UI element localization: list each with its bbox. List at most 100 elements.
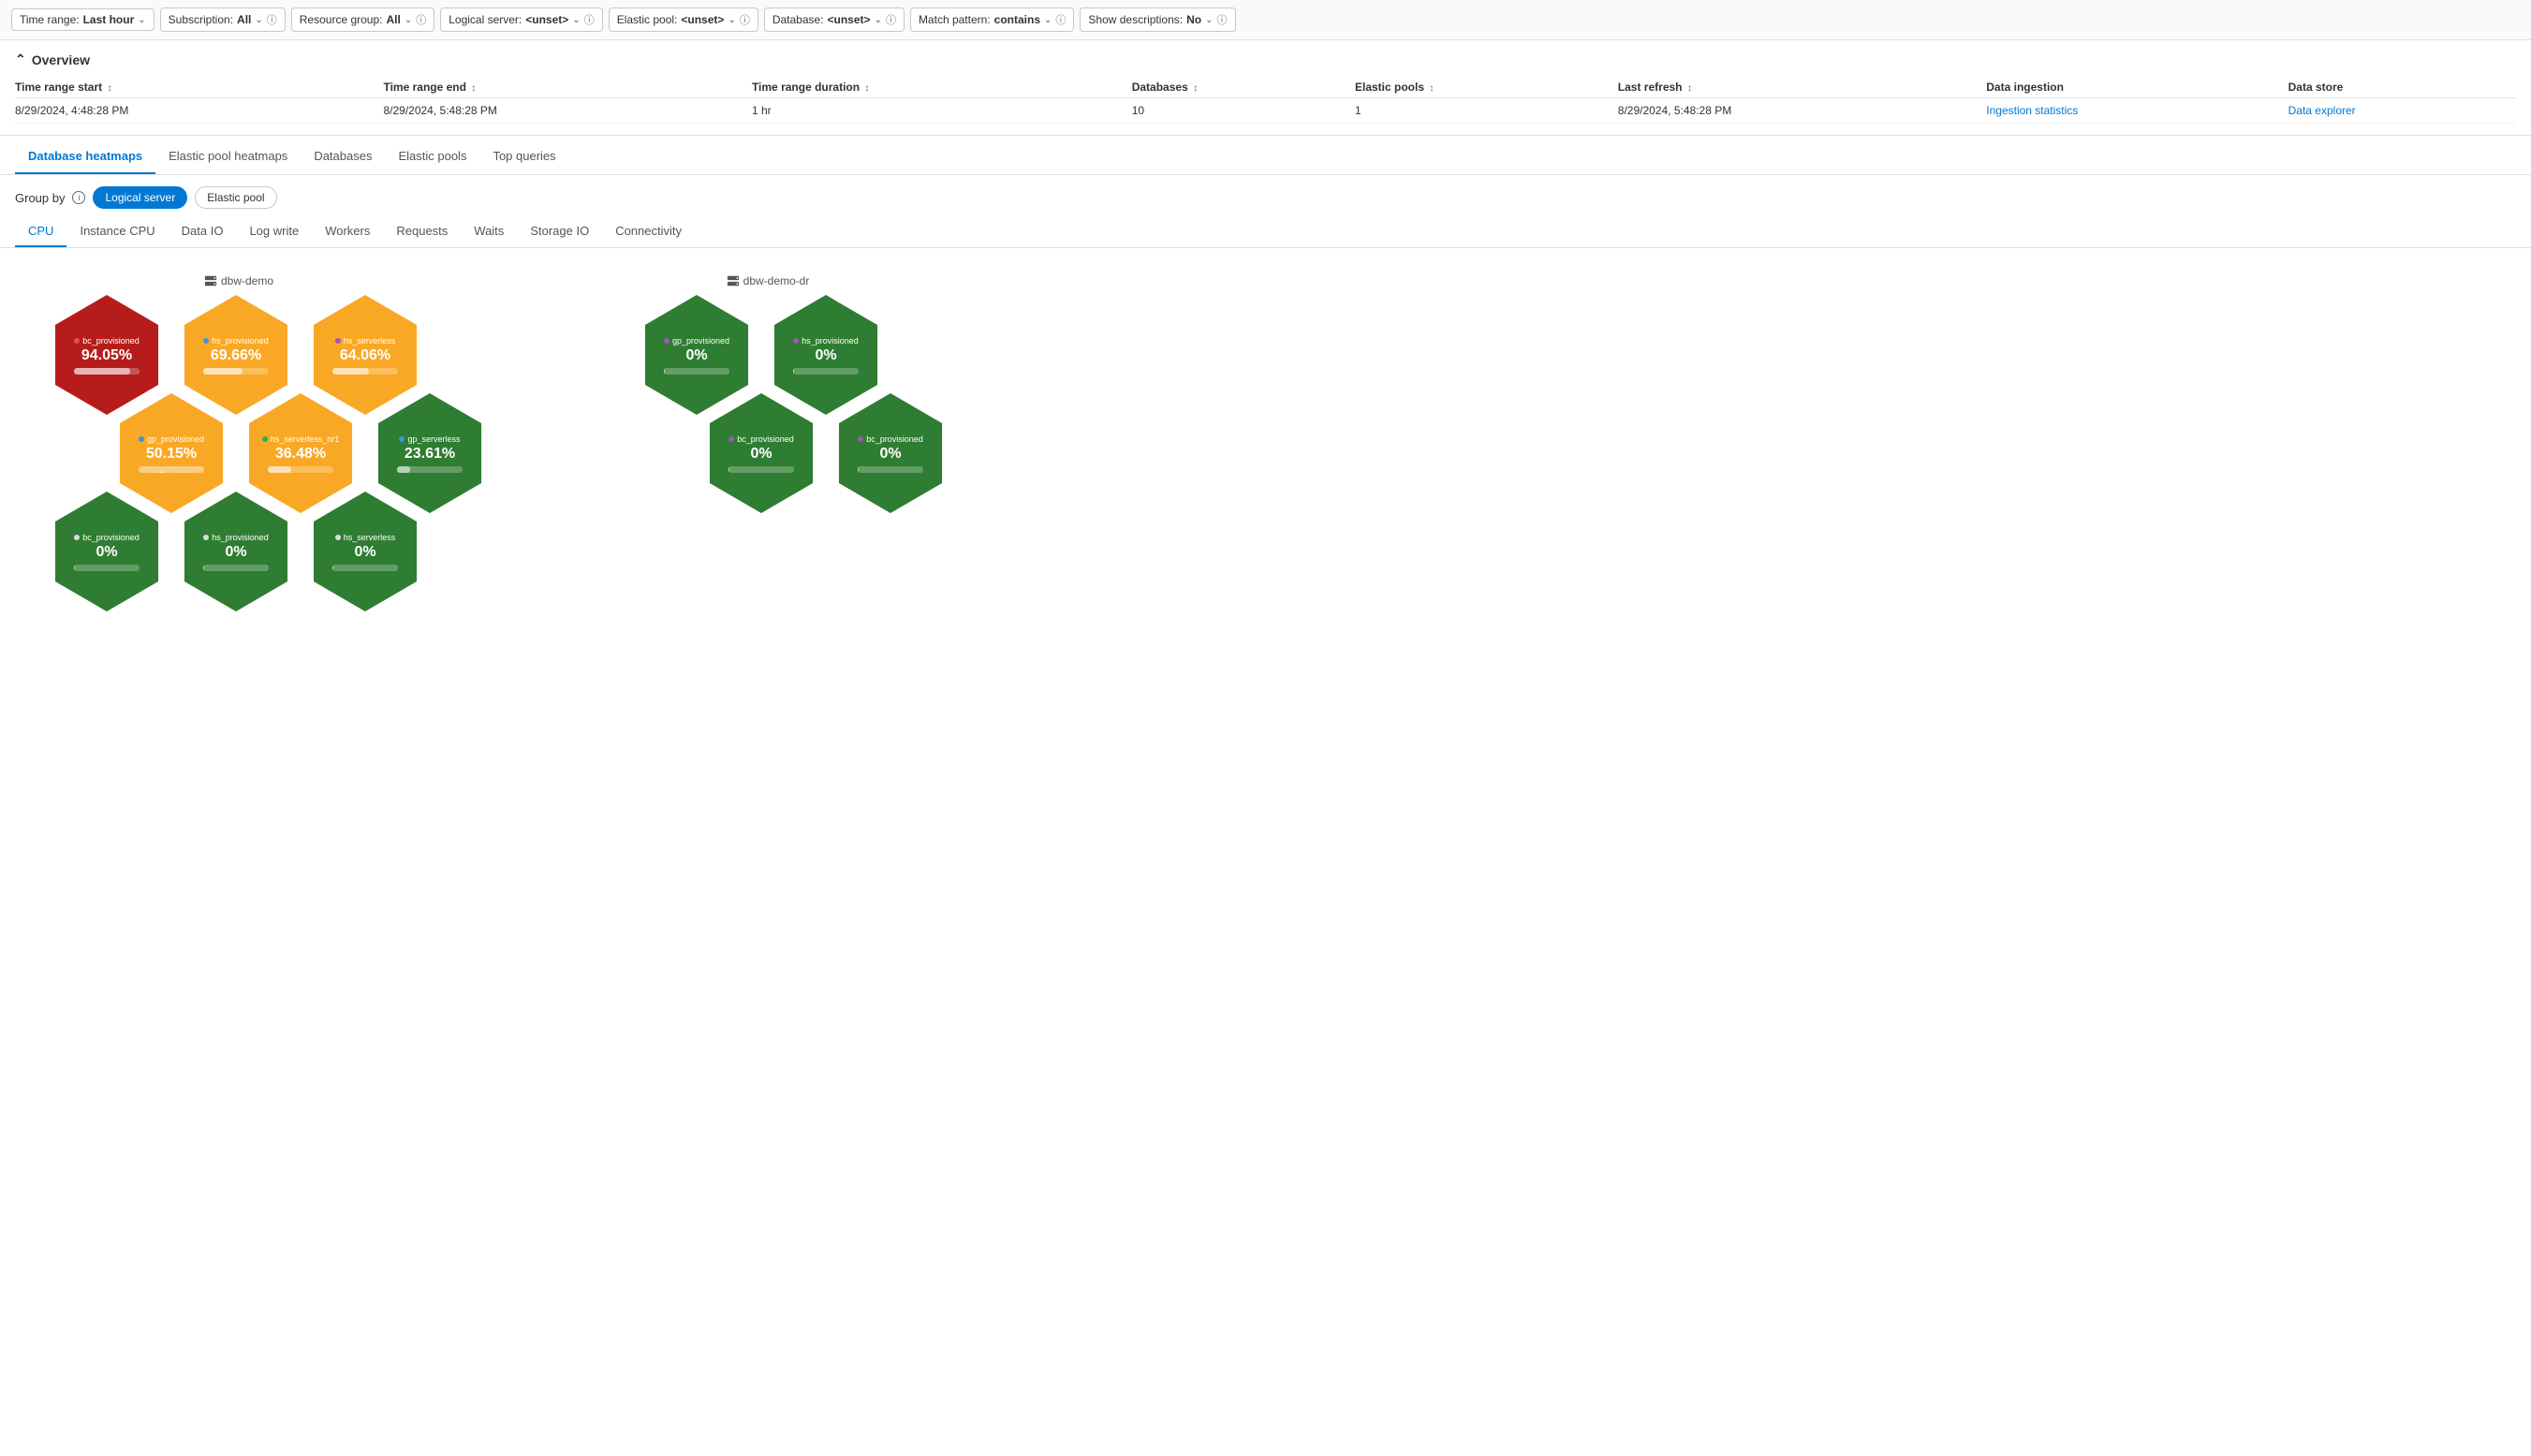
col-header-duration[interactable]: Time range duration ↕ (752, 77, 1132, 98)
tab-databases[interactable]: Databases (301, 140, 385, 174)
show-descriptions-label: Show descriptions: (1088, 13, 1183, 26)
time-range-filter[interactable]: Time range: Last hour ⌄ (11, 8, 155, 31)
match-pattern-filter[interactable]: Match pattern: contains ⌄ ⓘ (910, 7, 1074, 32)
hex-label-text: hs_provisioned (212, 533, 269, 542)
tab-database-heatmaps[interactable]: Database heatmaps (15, 140, 155, 174)
hex-bar (728, 466, 794, 473)
hex-percent: 69.66% (211, 347, 261, 364)
hex-cell[interactable]: hs_serverless 0% (305, 492, 425, 611)
col-header-elastic-pools[interactable]: Elastic pools ↕ (1355, 77, 1618, 98)
chevron-down-icon: ⌄ (138, 15, 145, 25)
hex-dot (335, 535, 341, 540)
sub-tab-requests[interactable]: Requests (383, 216, 461, 247)
sub-tab-instance-cpu[interactable]: Instance CPU (66, 216, 168, 247)
hex-label: bc_provisioned (74, 336, 140, 346)
hex-cell[interactable]: hs_provisioned 0% (766, 295, 886, 415)
cell-last-refresh: 8/29/2024, 5:48:28 PM (1618, 98, 1986, 124)
hex-label-text: hs_serverless_nr1 (271, 434, 340, 444)
hex-dot (139, 436, 144, 442)
hex-dot (74, 338, 80, 344)
hex-bar-fill (332, 368, 369, 375)
hex-cell[interactable]: gp_provisioned 0% (637, 295, 757, 415)
hex-bar (858, 466, 923, 473)
hex-percent: 0% (815, 347, 836, 364)
hex-label: hs_serverless (335, 533, 396, 542)
sub-tabs: CPU Instance CPU Data IO Log write Worke… (0, 216, 2531, 248)
hex-cell[interactable]: gp_serverless 23.61% (370, 393, 490, 513)
subscription-label: Subscription: (169, 13, 233, 26)
hex-label-text: gp_provisioned (672, 336, 729, 346)
time-range-label: Time range: (20, 13, 80, 26)
hex-percent: 94.05% (81, 347, 132, 364)
hex-cell[interactable]: hs_provisioned 69.66% (176, 295, 296, 415)
hex-bar (203, 565, 269, 571)
cell-data-ingestion[interactable]: Ingestion statistics (1986, 98, 2288, 124)
info-icon: ⓘ (1217, 12, 1228, 27)
hex-sparkline (139, 466, 204, 473)
chevron-down-icon: ⌄ (1044, 15, 1052, 25)
cell-data-store[interactable]: Data explorer (2288, 98, 2516, 124)
resource-group-filter[interactable]: Resource group: All ⌄ ⓘ (291, 7, 434, 32)
sub-tab-log-write[interactable]: Log write (236, 216, 312, 247)
hex-label-text: hs_provisioned (212, 336, 269, 346)
hex-bar-fill (793, 368, 794, 375)
overview-toggle[interactable]: ⌃ Overview (15, 51, 2516, 67)
subscription-filter[interactable]: Subscription: All ⌄ ⓘ (160, 7, 286, 32)
collapse-icon: ⌃ (15, 51, 26, 67)
server-icon (204, 274, 217, 287)
ingestion-statistics-link[interactable]: Ingestion statistics (1986, 104, 2078, 117)
sort-icon: ↕ (1429, 83, 1434, 94)
hex-cell[interactable]: bc_provisioned 94.05% (47, 295, 167, 415)
col-header-time-end[interactable]: Time range end ↕ (383, 77, 751, 98)
col-header-time-start[interactable]: Time range start ↕ (15, 77, 383, 98)
hex-bar-fill (397, 466, 410, 473)
hex-label-text: gp_provisioned (147, 434, 204, 444)
show-descriptions-value: No (1186, 13, 1201, 26)
hex-label: hs_provisioned (793, 336, 859, 346)
subscription-value: All (237, 13, 251, 26)
logical-server-value: <unset> (525, 13, 568, 26)
cluster-name: dbw-demo (221, 274, 273, 287)
sub-tab-connectivity[interactable]: Connectivity (602, 216, 695, 247)
hex-cell[interactable]: hs_serverless 64.06% (305, 295, 425, 415)
logical-server-filter[interactable]: Logical server: <unset> ⌄ ⓘ (440, 7, 602, 32)
show-descriptions-filter[interactable]: Show descriptions: No ⌄ ⓘ (1080, 7, 1235, 32)
database-value: <unset> (828, 13, 871, 26)
overview-table: Time range start ↕ Time range end ↕ Time… (15, 77, 2516, 124)
sort-icon: ↕ (108, 83, 112, 94)
hex-cell[interactable]: bc_provisioned 0% (47, 492, 167, 611)
data-explorer-link[interactable]: Data explorer (2288, 104, 2356, 117)
sub-tab-data-io[interactable]: Data IO (169, 216, 237, 247)
cell-duration: 1 hr (752, 98, 1132, 124)
tab-elastic-pool-heatmaps[interactable]: Elastic pool heatmaps (155, 140, 301, 174)
server-icon (727, 274, 740, 287)
sub-tab-workers[interactable]: Workers (312, 216, 383, 247)
hex-label: gp_provisioned (664, 336, 729, 346)
elastic-pool-filter[interactable]: Elastic pool: <unset> ⌄ ⓘ (609, 7, 758, 32)
col-header-data-store: Data store (2288, 77, 2516, 98)
sub-tab-waits[interactable]: Waits (461, 216, 517, 247)
hex-percent: 0% (96, 544, 117, 561)
tab-elastic-pools[interactable]: Elastic pools (385, 140, 479, 174)
hex-cell[interactable]: bc_provisioned 0% (831, 393, 950, 513)
hex-cell[interactable]: hs_provisioned 0% (176, 492, 296, 611)
hex-bar (397, 466, 463, 473)
sub-tab-cpu[interactable]: CPU (15, 216, 66, 247)
hex-bar-fill (74, 565, 75, 571)
col-header-last-refresh[interactable]: Last refresh ↕ (1618, 77, 1986, 98)
hex-cell[interactable]: hs_serverless_nr1 36.48% (241, 393, 361, 513)
col-header-data-ingestion: Data ingestion (1986, 77, 2288, 98)
hex-bar (664, 368, 729, 375)
group-by-elastic-pool[interactable]: Elastic pool (195, 186, 276, 209)
sort-icon: ↕ (1687, 83, 1692, 94)
group-by-logical-server[interactable]: Logical server (93, 186, 187, 209)
hex-cell[interactable]: bc_provisioned 0% (701, 393, 821, 513)
col-header-databases[interactable]: Databases ↕ (1132, 77, 1355, 98)
sub-tab-storage-io[interactable]: Storage IO (517, 216, 602, 247)
chevron-down-icon: ⌄ (572, 15, 580, 25)
hex-bar-fill (728, 466, 729, 473)
database-filter[interactable]: Database: <unset> ⌄ ⓘ (764, 7, 905, 32)
tab-top-queries[interactable]: Top queries (479, 140, 568, 174)
hex-cell[interactable]: gp_provisioned 50.15% (111, 393, 231, 513)
hex-bar (332, 368, 398, 375)
